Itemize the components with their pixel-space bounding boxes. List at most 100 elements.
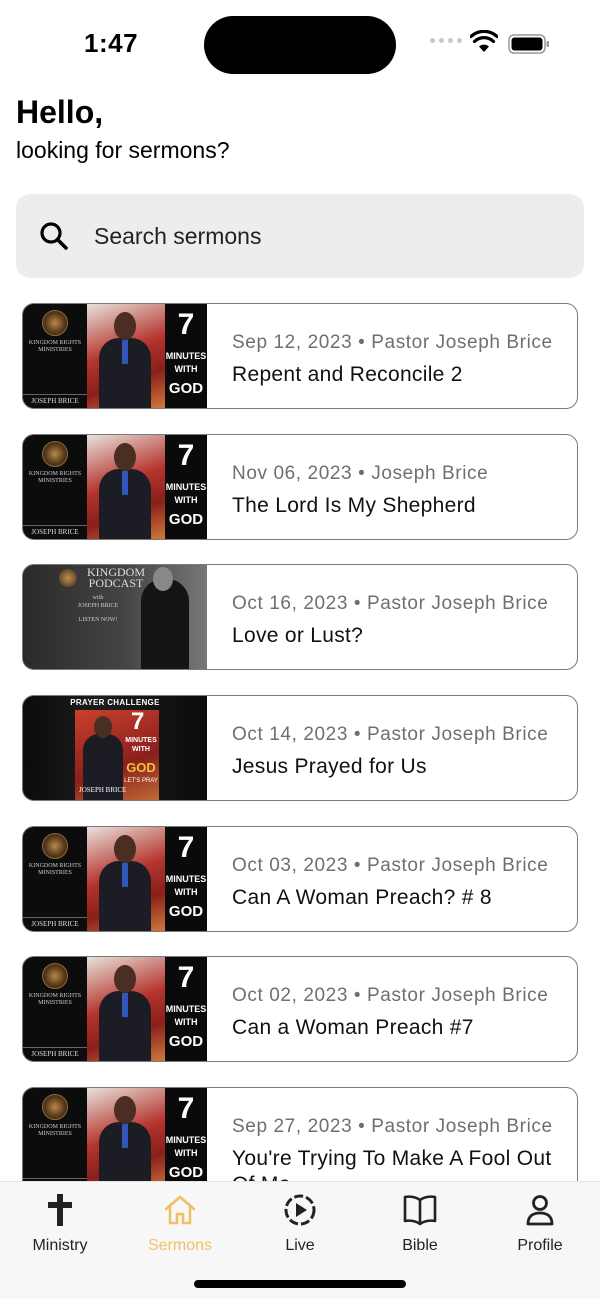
meta-separator: • — [352, 332, 372, 353]
sermon-title: The Lord Is My Shepherd — [232, 494, 476, 517]
sermon-title: Jesus Prayed for Us — [232, 755, 427, 778]
page-title: Hello, — [16, 94, 104, 130]
sermon-card[interactable]: KINGDOM RIGHTSMINISTRIESJOSEPH BRICE 7 MIN… — [22, 303, 578, 409]
series-title-panel: 7 MINUTES WITH GOD — [165, 304, 207, 408]
ministry-seal-icon — [59, 569, 77, 587]
ministry-logo-panel: KINGDOM RIGHTSMINISTRIESJOSEPH BRICE — [23, 957, 87, 1061]
podcast-artwork: KINGDOM PODCAST with JOSEPH BRICE LISTEN NOW… — [23, 565, 207, 669]
speaker-photo — [87, 1088, 165, 1181]
series-minutes-word: MINUTES — [165, 1004, 207, 1014]
sermon-speaker: Pastor Joseph Brice — [371, 1116, 553, 1137]
sermon-title: You're Trying To Make A Fool Out Of Me — [232, 1147, 552, 1181]
series-with-word: WITH — [174, 1017, 198, 1027]
speaker-head — [94, 716, 112, 738]
meta-separator: • — [348, 985, 368, 1006]
ministry-seal-icon — [42, 1094, 68, 1120]
sermon-title: Can a Woman Preach #7 — [232, 1016, 474, 1039]
series-with-word: WITH — [174, 1148, 198, 1158]
play-circle-icon — [284, 1194, 316, 1226]
speaker-head — [153, 567, 173, 591]
ministry-name-line: KINGDOM RIGHTS — [28, 1124, 82, 1130]
sermon-date: Oct 14, 2023 — [232, 724, 348, 745]
speaker-name-banner: JOSEPH BRICE — [23, 917, 87, 931]
meta-separator: • — [348, 855, 368, 876]
sermon-title: Repent and Reconcile 2 — [232, 363, 463, 386]
sermon-card[interactable]: KINGDOM RIGHTSMINISTRIESJOSEPH BRICE 7 MIN… — [22, 1087, 578, 1181]
speaker-head — [114, 835, 136, 863]
sermon-speaker: Pastor Joseph Brice — [367, 855, 549, 876]
ministry-name-line: KINGDOM RIGHTS — [28, 340, 82, 346]
series-number: 7 — [177, 831, 195, 864]
home-indicator — [194, 1280, 406, 1288]
series-minutes-text: MINUTES WITH — [123, 736, 159, 754]
speaker-head — [114, 1096, 136, 1124]
series-minutes-word: MINUTES — [165, 1135, 207, 1145]
sermon-thumbnail: PRAYER CHALLENGE 7 MINUTES WITH GOD LET'S PRA… — [23, 696, 207, 800]
speaker-name-banner: JOSEPH BRICE — [23, 1047, 87, 1061]
series-minutes-word: MINUTES — [165, 351, 207, 361]
meta-separator: • — [348, 724, 368, 745]
book-open-icon — [403, 1195, 437, 1226]
battery-icon — [508, 34, 549, 54]
series-with-word: WITH — [174, 495, 198, 505]
tab-label: Ministry — [32, 1237, 88, 1254]
ministry-seal-icon — [42, 833, 68, 859]
ministry-seal-icon — [42, 441, 68, 467]
sermon-speaker: Pastor Joseph Brice — [367, 593, 549, 614]
sermon-card[interactable]: KINGDOM RIGHTSMINISTRIESJOSEPH BRICE 7 MIN… — [22, 956, 578, 1062]
tab-sermons[interactable]: Sermons — [120, 1182, 240, 1272]
tab-ministry[interactable]: Ministry — [0, 1182, 120, 1272]
series-number: 7 — [177, 308, 195, 341]
sermon-meta: Oct 16, 2023 • Pastor Joseph Brice — [232, 593, 548, 615]
person-icon — [526, 1195, 554, 1226]
sermon-speaker: Joseph Brice — [371, 463, 489, 484]
ministry-name-line: MINISTRIES — [38, 478, 72, 484]
sermon-card[interactable]: PRAYER CHALLENGE 7 MINUTES WITH GOD LET'S PRA… — [22, 695, 578, 801]
search-input[interactable] — [94, 218, 554, 254]
tab-label: Sermons — [147, 1237, 213, 1254]
speaker-tie — [122, 340, 128, 364]
series-minutes-text: MINUTES WITH — [165, 1003, 207, 1029]
status-bar: 1:47 — [0, 0, 600, 90]
ministry-logo-panel: KINGDOM RIGHTSMINISTRIESJOSEPH BRICE — [23, 304, 87, 408]
series-god-word: GOD — [168, 511, 204, 528]
tab-live[interactable]: Live — [240, 1182, 360, 1272]
sermon-speaker: Pastor Joseph Brice — [367, 724, 549, 745]
sermon-thumbnail: KINGDOM RIGHTSMINISTRIESJOSEPH BRICE 7 MIN… — [23, 1088, 207, 1181]
series-with-word: WITH — [132, 746, 150, 753]
tab-profile[interactable]: Profile — [480, 1182, 600, 1272]
series-with-word: WITH — [174, 364, 198, 374]
cellular-signal-icon — [430, 38, 462, 43]
speaker-name-banner: JOSEPH BRICE — [23, 394, 87, 408]
prayer-challenge-title: PRAYER CHALLENGE — [70, 698, 160, 707]
series-title-panel: 7 MINUTES WITH GOD — [165, 1088, 207, 1181]
lets-pray-text: LET'S PRAY — [124, 778, 158, 784]
series-god-word: GOD — [168, 1033, 204, 1050]
speaker-name-banner: JOSEPH BRICE — [79, 786, 127, 794]
page-subtitle: looking for sermons? — [16, 137, 230, 163]
sermon-meta: Sep 27, 2023 • Pastor Joseph Brice — [232, 1116, 553, 1138]
tab-label: Live — [285, 1237, 315, 1254]
series-minutes-word: MINUTES — [125, 737, 157, 744]
podcast-title-line: PODCAST — [88, 576, 144, 590]
sermon-card[interactable]: KINGDOM RIGHTSMINISTRIESJOSEPH BRICE7MIN… — [22, 434, 578, 540]
tab-label: Profile — [517, 1237, 563, 1254]
speaker-photo — [87, 827, 165, 931]
series-number: 7 — [177, 1092, 195, 1125]
tab-bible[interactable]: Bible — [360, 1182, 480, 1272]
speaker-head — [114, 965, 136, 993]
series-number: 7 — [131, 708, 145, 735]
ministry-logo-panel: KINGDOM RIGHTSMINISTRIESJOSEPH BRICE — [23, 435, 87, 539]
sermon-list[interactable]: KINGDOM RIGHTS MINISTRIES JOSEPH BRICE 7 MIN… — [22, 303, 578, 1181]
speaker-name-banner: JOSEPH BRICE — [23, 525, 87, 539]
ministry-seal-icon — [42, 310, 68, 336]
series-minutes-word: MINUTES — [165, 874, 207, 884]
ministry-logo-panel: KINGDOM RIGHTSMINISTRIESJOSEPH BRICE — [23, 1088, 87, 1181]
series-god-word: GOD — [168, 1164, 204, 1181]
sermon-card[interactable]: KINGDOM PODCAST with JOSEPH BRICE LISTEN NOW… — [22, 564, 578, 670]
ministry-seal-icon — [42, 963, 68, 989]
status-time: 1:47 — [84, 28, 139, 58]
sermon-card[interactable]: KINGDOM RIGHTSMINISTRIESJOSEPH BRICE7MIN… — [22, 826, 578, 932]
series-number: 7 — [177, 961, 195, 994]
sermon-meta: Nov 06, 2023 • Joseph Brice — [232, 463, 488, 485]
